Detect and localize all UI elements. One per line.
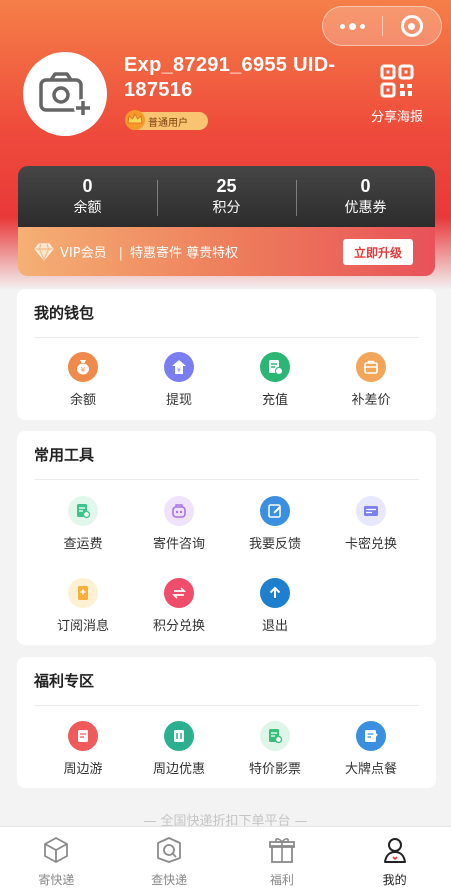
tool-label: 我要反馈 [248,537,301,552]
welfare-item-discount[interactable]: 周边优惠 [127,721,231,777]
wallet-item-label: 余额 [69,393,96,408]
stat-label: 优惠券 [344,200,387,216]
gift-icon [268,838,295,863]
stat-value: 0 [360,176,371,196]
tool-label: 寄件咨询 [152,537,205,552]
wallet-item-recharge[interactable]: 充值 [223,352,327,408]
crown-icon [125,110,145,130]
welfare-item-label: 大牌点餐 [344,762,397,777]
recharge-icon [260,352,290,382]
fee-search-icon [68,496,98,526]
share-poster-button[interactable]: 分享海报 [366,64,428,125]
wallet-card: 我的钱包 ¥ 余额 ¥ 提现 充值 补差价 [17,289,436,420]
miniprogram-capsule [322,6,442,46]
ticket-icon [260,721,290,751]
more-dots-icon [339,22,365,30]
tool-label: 退出 [261,619,288,634]
welfare-card: 福利专区 周边游 周边优惠 特价影票 大牌点餐 [17,657,436,788]
tool-label: 查运费 [63,537,103,552]
vip-title: VIP会员 [60,246,107,261]
tab-send-parcel[interactable]: 寄快递 [0,827,113,888]
withdraw-icon: ¥ [164,352,194,382]
more-button[interactable] [323,7,382,45]
account-stats: 0 余额 25 积分 0 优惠券 [18,166,435,227]
robot-icon [164,496,194,526]
feedback-edit-icon [260,496,290,526]
stat-value: 25 [216,176,237,196]
tool-points-exchange[interactable]: 积分兑换 [127,578,231,634]
bottom-tab-bar: 寄快递 查快递 福利 我的 [0,826,451,888]
member-level-label: 普通用户 [148,117,188,129]
tool-label: 积分兑换 [152,619,205,634]
member-level-badge: 普通用户 [125,110,208,130]
stat-coupons[interactable]: 0 优惠券 [296,176,435,217]
close-target-icon [400,15,423,37]
wallet-item-withdraw[interactable]: ¥ 提现 [127,352,231,408]
stat-value: 0 [82,176,93,196]
wallet-icon [356,352,386,382]
svg-text:¥: ¥ [177,366,181,374]
tab-label: 我的 [382,873,407,887]
welfare-item-tour[interactable]: 周边游 [31,721,135,777]
svg-text:¥: ¥ [81,366,86,374]
tools-title: 常用工具 [34,446,95,464]
divider [34,705,419,706]
tool-label: 订阅消息 [56,619,109,634]
wallet-item-label: 充值 [261,393,288,408]
diamond-icon [34,243,54,261]
tools-card: 常用工具 查运费 寄件咨询 我要反馈 卡密兑换 订阅消息 积分兑换 退出 [17,431,436,645]
tab-label: 寄快递 [38,873,75,887]
username: Exp_87291_6955 UID-187516 [124,54,336,101]
tool-subscribe-messages[interactable]: 订阅消息 [31,578,135,634]
avatar[interactable] [23,52,107,136]
qr-code-icon [380,64,414,98]
tool-shipping-consult[interactable]: 寄件咨询 [127,496,231,552]
tab-label: 福利 [269,873,294,887]
exchange-icon [164,578,194,608]
upgrade-now-button[interactable]: 立即升级 [343,239,413,265]
parcel-icon [44,837,69,863]
subscribe-icon [68,578,98,608]
wallet-item-balance[interactable]: ¥ 余额 [31,352,135,408]
tab-label: 查快递 [151,873,188,887]
welfare-item-movie-ticket[interactable]: 特价影票 [223,721,327,777]
person-icon [383,838,406,863]
divider [34,337,419,338]
food-icon [356,721,386,751]
tab-track-parcel[interactable]: 查快递 [113,827,226,888]
logout-arrow-icon [260,578,290,608]
welfare-item-label: 特价影票 [248,762,301,777]
tab-mine[interactable]: 我的 [338,827,451,888]
tool-card-redeem[interactable]: 卡密兑换 [319,496,423,552]
tool-feedback[interactable]: 我要反馈 [223,496,327,552]
stat-label: 积分 [212,200,241,216]
welfare-item-label: 周边游 [63,762,103,777]
wallet-title: 我的钱包 [34,304,95,322]
close-miniprogram-button[interactable] [383,7,442,45]
vip-description: 特惠寄件 尊贵特权 [119,242,238,261]
welfare-item-food[interactable]: 大牌点餐 [319,721,423,777]
welfare-title: 福利专区 [34,672,95,690]
camera-add-icon [39,72,92,117]
vip-banner[interactable]: VIP会员 特惠寄件 尊贵特权 立即升级 [18,227,435,276]
wallet-item-label: 提现 [165,393,192,408]
discount-icon [164,721,194,751]
welfare-item-label: 周边优惠 [152,762,205,777]
card-icon [356,496,386,526]
stat-label: 余额 [73,200,102,216]
wallet-item-price-difference[interactable]: 补差价 [319,352,423,408]
tour-icon [68,721,98,751]
tab-welfare[interactable]: 福利 [226,827,339,888]
tool-label: 卡密兑换 [344,537,397,552]
tool-logout[interactable]: 退出 [223,578,327,634]
stat-balance[interactable]: 0 余额 [18,176,157,217]
divider [34,479,419,480]
stat-points[interactable]: 25 积分 [157,176,296,217]
tool-shipping-fee[interactable]: 查运费 [31,496,135,552]
money-bag-icon: ¥ [68,352,98,382]
share-poster-label: 分享海报 [370,110,423,125]
track-icon [157,837,182,863]
wallet-item-label: 补差价 [351,393,391,408]
